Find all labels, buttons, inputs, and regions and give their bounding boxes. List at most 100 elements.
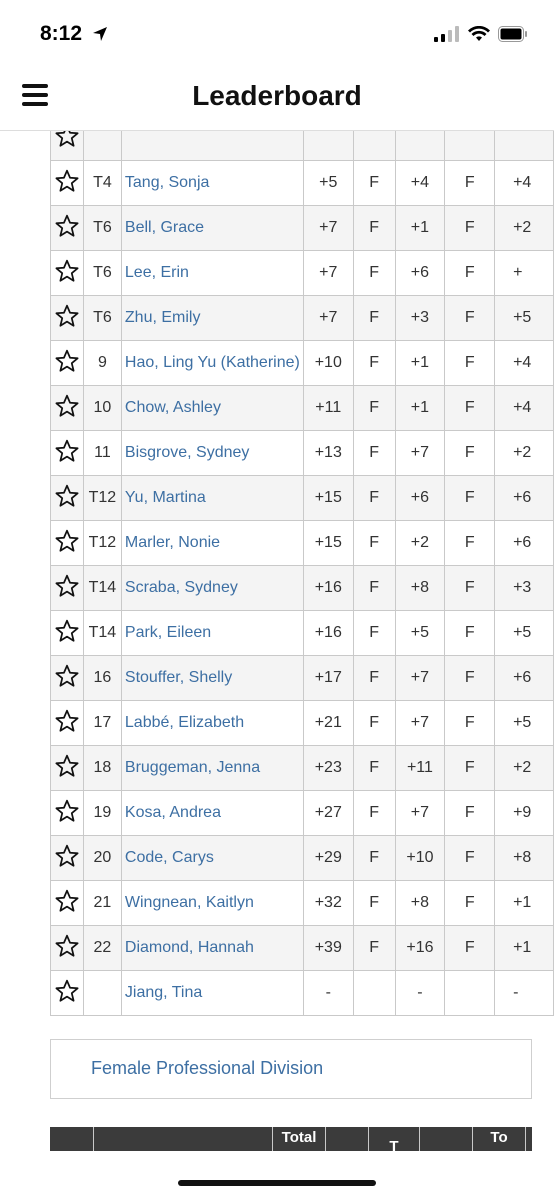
round-thru-cell: F (444, 160, 496, 206)
round-score-cell: +7 (394, 700, 446, 746)
total-score-cell: +10 (302, 340, 354, 386)
total-score-cell: +7 (302, 205, 354, 251)
favorite-star-icon[interactable] (50, 131, 84, 161)
favorite-star-icon[interactable] (50, 295, 84, 341)
favorite-star-icon[interactable] (50, 835, 84, 881)
round-thru-cell: F (444, 295, 496, 341)
favorite-star-icon[interactable] (50, 250, 84, 296)
round-score-cell-2: +4 (494, 160, 554, 206)
favorite-star-icon[interactable] (50, 385, 84, 431)
leaderboard-scroll-area[interactable]: T4 Tang, Sonja +5 F +4 F +4 T6 Bell, Grace +7 F +1 F… (0, 131, 554, 1151)
favorite-star-icon[interactable] (50, 205, 84, 251)
table-row: 21 Wingnean, Kaitlyn +32 F +8 F +1 (50, 880, 554, 926)
round-score-cell: +3 (394, 295, 446, 341)
favorite-star-icon[interactable] (50, 925, 84, 971)
player-name-link[interactable]: Park, Eileen (120, 610, 304, 656)
thru-cell: F (352, 880, 396, 926)
table-row: 22 Diamond, Hannah +39 F +16 F +1 (50, 925, 554, 971)
player-name-link[interactable]: Labbé, Elizabeth (120, 700, 304, 746)
position-cell: T6 (82, 295, 122, 341)
total-score-cell: - (302, 970, 354, 1016)
player-name-link[interactable]: Hao, Ling Yu (Katherine) (120, 340, 304, 386)
total-score-cell: +15 (302, 520, 354, 566)
leaderboard-table: T4 Tang, Sonja +5 F +4 F +4 T6 Bell, Grace +7 F +1 F… (50, 131, 554, 1016)
round-score-cell-2: +5 (494, 295, 554, 341)
player-name-link[interactable]: Tang, Sonja (120, 160, 304, 206)
favorite-star-icon[interactable] (50, 700, 84, 746)
division-header[interactable]: Female Professional Division (50, 1039, 532, 1099)
position-cell: 11 (82, 430, 122, 476)
total-score-cell: +7 (302, 250, 354, 296)
player-name-link[interactable]: Bisgrove, Sydney (120, 430, 304, 476)
player-name-link[interactable]: Kosa, Andrea (120, 790, 304, 836)
total-score-cell: +23 (302, 745, 354, 791)
round-score-cell: +5 (394, 610, 446, 656)
favorite-star-icon[interactable] (50, 475, 84, 521)
position-cell (82, 970, 122, 1016)
player-name-link[interactable]: Yu, Martina (120, 475, 304, 521)
round-score-cell-2: +4 (494, 340, 554, 386)
round-score-cell: - (394, 970, 446, 1016)
player-name-link[interactable]: Code, Carys (120, 835, 304, 881)
player-name-link[interactable]: Chow, Ashley (120, 385, 304, 431)
favorite-star-icon[interactable] (50, 565, 84, 611)
favorite-star-icon[interactable] (50, 970, 84, 1016)
table-row: 11 Bisgrove, Sydney +13 F +7 F +2 (50, 430, 554, 476)
round-score-cell: +6 (394, 475, 446, 521)
round-score-cell: +10 (394, 835, 446, 881)
player-name-link[interactable]: Lee, Erin (120, 250, 304, 296)
player-name-link[interactable]: Scraba, Sydney (120, 565, 304, 611)
round-thru-cell: F (444, 520, 496, 566)
thru-cell: F (352, 745, 396, 791)
round-thru-cell: F (444, 880, 496, 926)
total-score-cell: +16 (302, 565, 354, 611)
round-score-cell-2: - (494, 970, 554, 1016)
player-name-link[interactable]: Marler, Nonie (120, 520, 304, 566)
player-name-link[interactable]: Jiang, Tina (120, 970, 304, 1016)
table-row: T12 Yu, Martina +15 F +6 F +6 (50, 475, 554, 521)
player-name-link[interactable]: Wingnean, Kaitlyn (120, 880, 304, 926)
favorite-star-icon[interactable] (50, 430, 84, 476)
favorite-star-icon[interactable] (50, 340, 84, 386)
player-name-link[interactable]: Stouffer, Shelly (120, 655, 304, 701)
round-score-cell: +7 (394, 790, 446, 836)
round-score-cell: +8 (394, 565, 446, 611)
table-row: 16 Stouffer, Shelly +17 F +7 F +6 (50, 655, 554, 701)
home-indicator (178, 1180, 376, 1186)
favorite-star-icon[interactable] (50, 655, 84, 701)
player-name-link[interactable]: Diamond, Hannah (120, 925, 304, 971)
favorite-star-icon[interactable] (50, 520, 84, 566)
position-cell: T14 (82, 565, 122, 611)
favorite-star-icon[interactable] (50, 880, 84, 926)
round-thru-cell: F (444, 565, 496, 611)
battery-icon (498, 26, 528, 47)
table-row-partial (50, 131, 554, 161)
position-cell: 10 (82, 385, 122, 431)
table-row: T4 Tang, Sonja +5 F +4 F +4 (50, 160, 554, 206)
thru-cell: F (352, 385, 396, 431)
player-name-link[interactable]: Bell, Grace (120, 205, 304, 251)
favorite-star-icon[interactable] (50, 790, 84, 836)
player-name-link[interactable]: Bruggeman, Jenna (120, 745, 304, 791)
location-arrow-icon (92, 26, 108, 47)
round-thru-cell: F (444, 835, 496, 881)
round-score-cell-2: +5 (494, 700, 554, 746)
total-score-cell: +17 (302, 655, 354, 701)
round-score-cell: +1 (394, 340, 446, 386)
thru-cell: F (352, 250, 396, 296)
total-score-cell: +15 (302, 475, 354, 521)
player-name-link[interactable]: Zhu, Emily (120, 295, 304, 341)
column-header-total: Total (273, 1127, 326, 1151)
table-row: Jiang, Tina - - - (50, 970, 554, 1016)
favorite-star-icon[interactable] (50, 160, 84, 206)
table-row: 10 Chow, Ashley +11 F +1 F +4 (50, 385, 554, 431)
thru-cell: F (352, 790, 396, 836)
thru-cell: F (352, 925, 396, 971)
round-score-cell-2: +2 (494, 430, 554, 476)
favorite-star-icon[interactable] (50, 745, 84, 791)
round-score-cell: +2 (394, 520, 446, 566)
division-label: Female Professional Division (91, 1058, 324, 1078)
round-thru-cell: F (444, 655, 496, 701)
favorite-star-icon[interactable] (50, 610, 84, 656)
round-thru-cell: F (444, 385, 496, 431)
